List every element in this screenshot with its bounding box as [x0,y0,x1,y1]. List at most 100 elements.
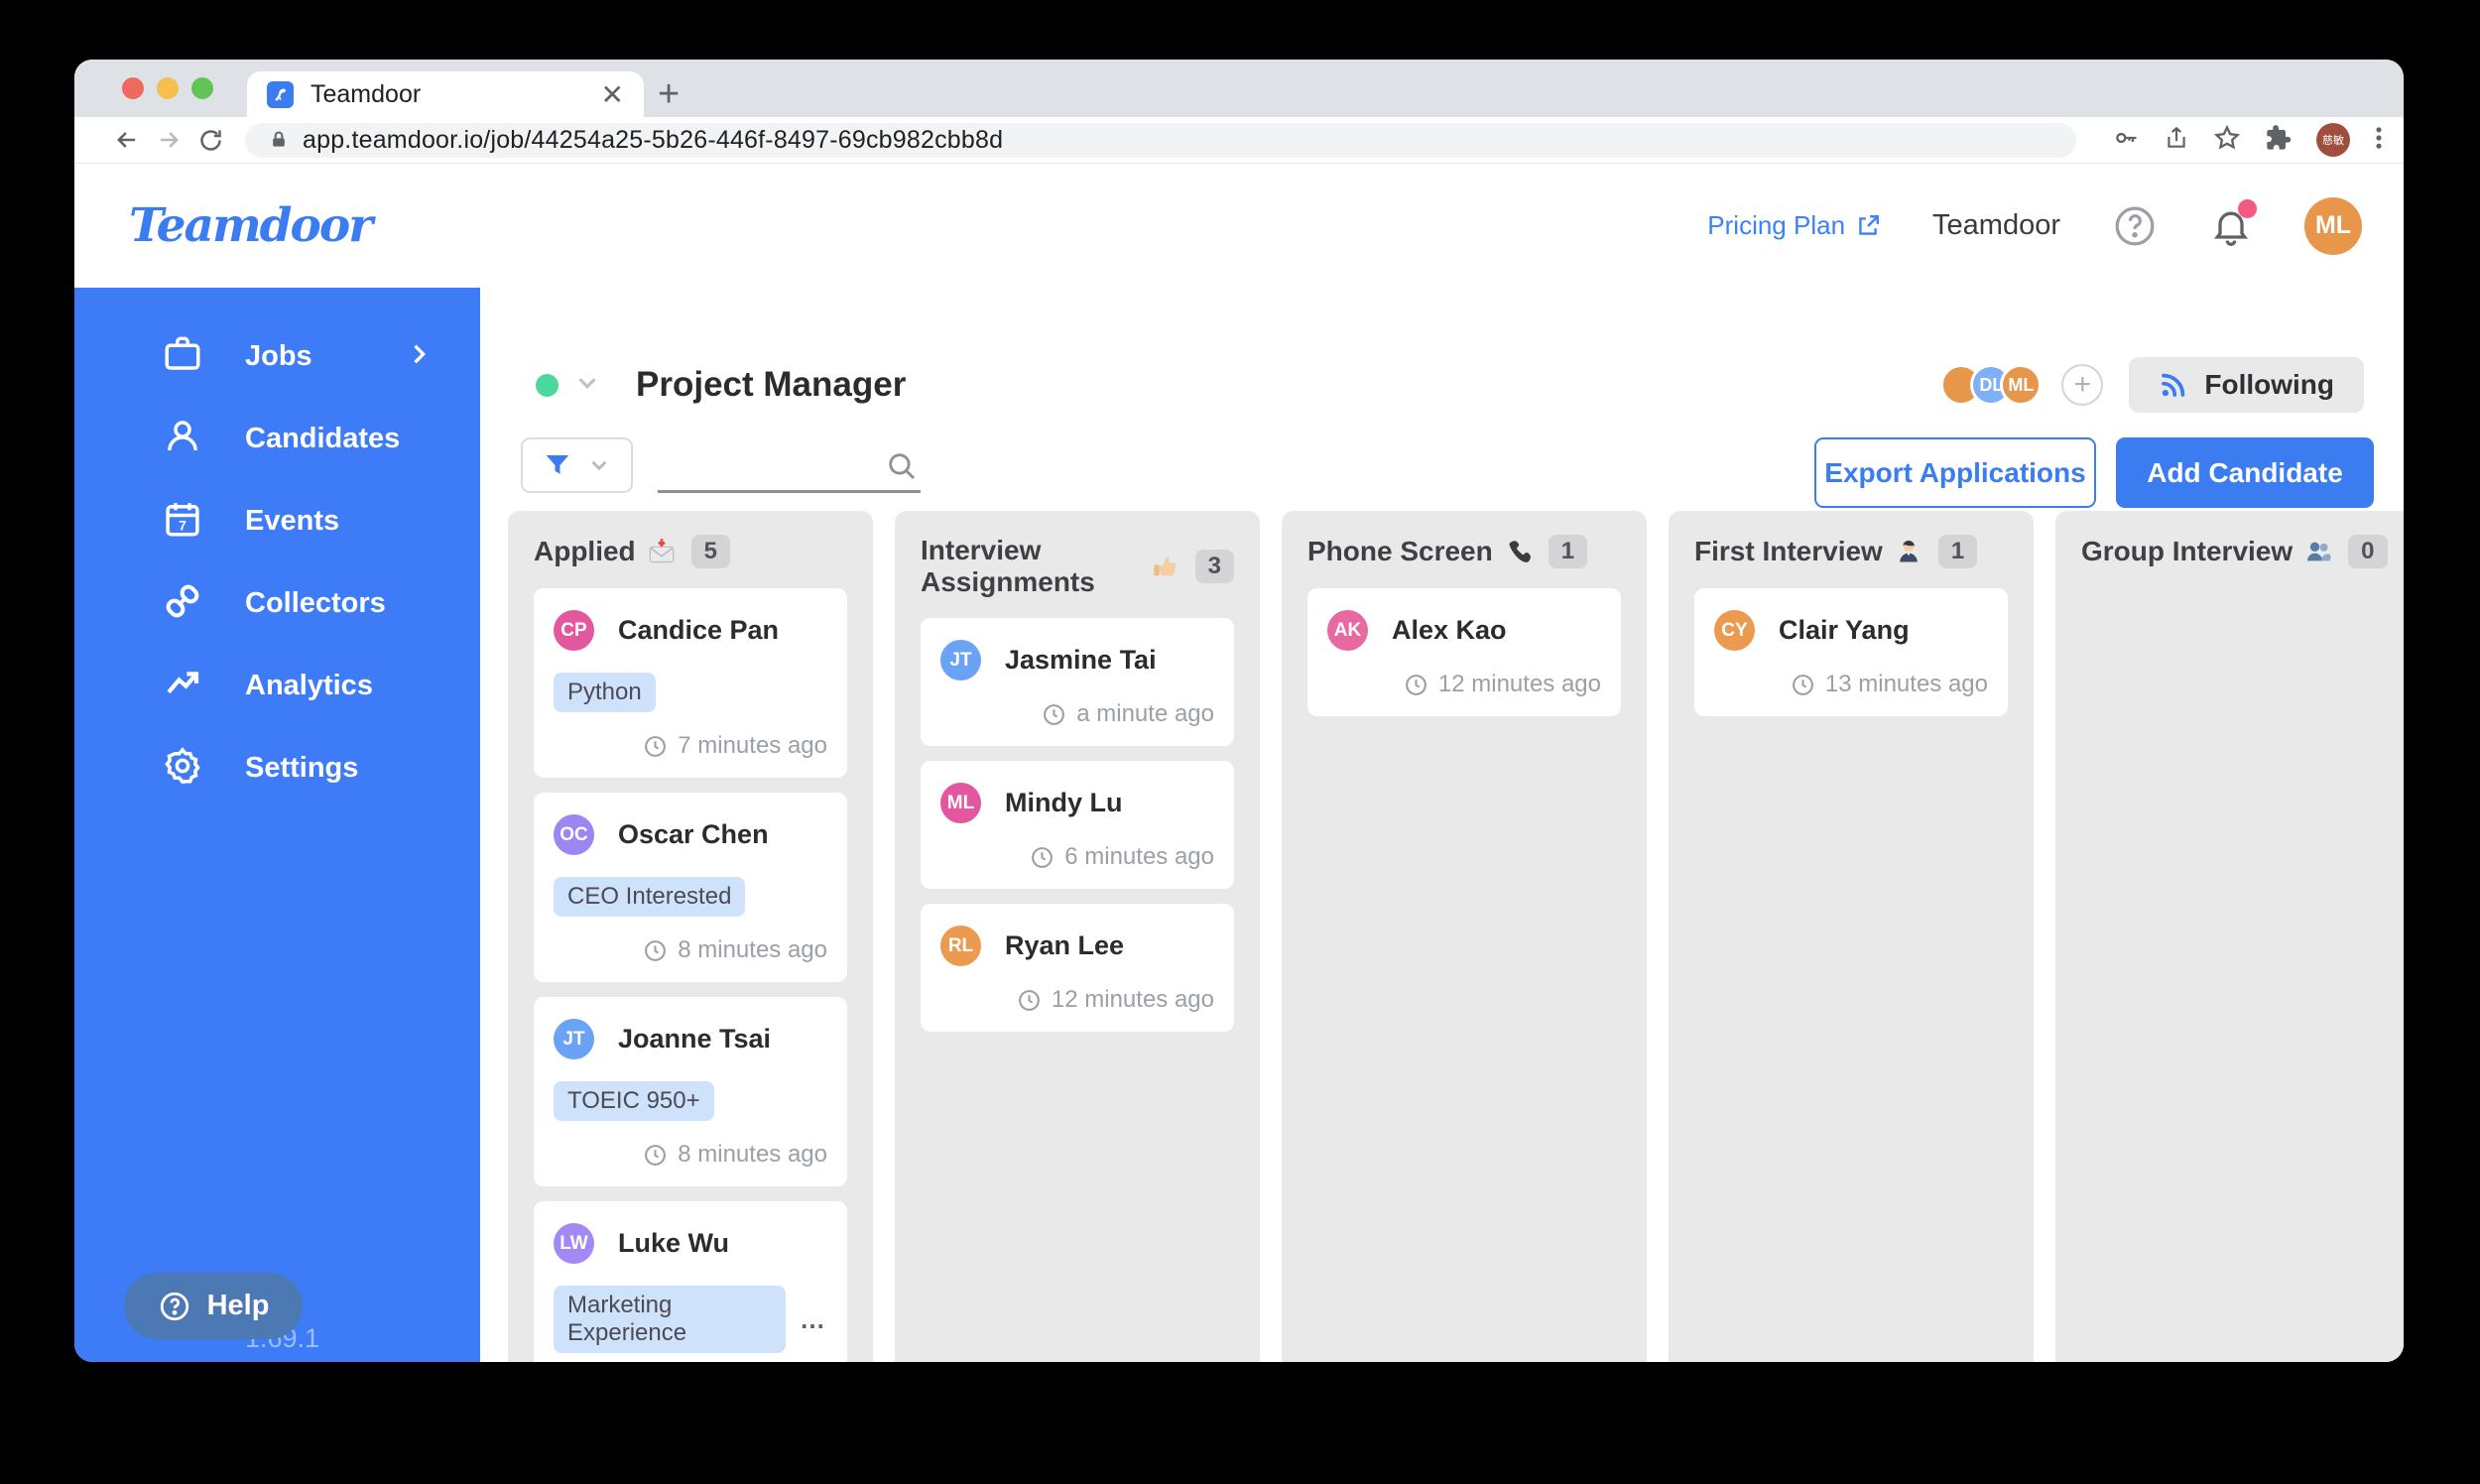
sidebar-item-candidates[interactable]: Candidates [74,398,480,480]
follower-avatar-stack[interactable]: DLML [1952,364,2042,406]
calendar-icon: 7 [162,498,203,545]
candidate-card[interactable]: CP Candice Pan Python 7 minutes ago [534,588,847,778]
board-column-phone-screen: Phone Screen 1 AK Alex Kao 12 minutes ag… [1282,511,1647,1362]
chrome-profile-avatar[interactable]: 慈敏 [2316,123,2350,157]
help-circle-icon[interactable] [2112,203,2158,249]
tab-close-icon[interactable]: ✕ [601,78,624,111]
clock-icon [643,938,668,963]
search-field[interactable] [658,437,921,493]
column-name: Phone Screen [1307,536,1493,567]
share-icon[interactable] [2164,124,2189,157]
candidate-card[interactable]: LW Luke Wu Marketing Experience… 8 minut… [534,1201,847,1362]
more-tags-ellipsis: … [800,1304,827,1335]
board-column-interview-assignments: Interview Assignments 3 JT Jasmine Tai a… [895,511,1260,1362]
candidate-card[interactable]: OC Oscar Chen CEO Interested 8 minutes a… [534,793,847,982]
mail-icon [648,538,676,565]
follower-avatar[interactable]: ML [2000,364,2042,406]
notification-badge [2238,199,2257,218]
candidate-tag: Python [554,673,656,712]
candidate-avatar: AK [1327,610,1368,651]
clock-icon [643,734,668,759]
back-icon[interactable] [106,126,148,154]
column-header: Applied 5 [534,511,847,588]
teamdoor-logo[interactable]: Teamdoor [129,198,371,253]
column-header: First Interview 1 [1694,511,2008,588]
sidebar-item-events[interactable]: 7 Events [74,480,480,562]
close-window-button[interactable] [122,77,144,99]
candidate-name: Joanne Tsai [618,1024,771,1054]
board-column-first-interview: First Interview 1 CY Clair Yang 13 minut… [1669,511,2034,1362]
following-button[interactable]: Following [2129,357,2364,413]
candidate-avatar: CY [1714,610,1755,651]
window-controls[interactable] [122,77,213,99]
clock-icon [1791,673,1815,697]
filter-button[interactable] [521,437,633,493]
candidate-card[interactable]: JT Joanne Tsai TOEIC 950+ 8 minutes ago [534,997,847,1186]
column-count-badge: 5 [691,535,730,568]
sidebar-item-jobs[interactable]: Jobs [74,315,480,398]
column-count-badge: 1 [1938,535,1977,568]
card-timestamp: 7 minutes ago [678,732,827,760]
candidate-tag: CEO Interested [554,877,745,917]
column-name: First Interview [1694,536,1883,567]
candidate-name: Oscar Chen [618,819,769,850]
url-text: app.teamdoor.io/job/44254a25-5b26-446f-8… [303,126,1003,155]
zoom-window-button[interactable] [191,77,213,99]
people-icon [2304,538,2332,565]
candidate-avatar: JT [940,640,981,680]
candidate-tag: Marketing Experience [554,1286,786,1353]
add-candidate-button[interactable]: Add Candidate [2116,437,2374,508]
new-tab-button[interactable]: + [658,73,680,115]
extensions-puzzle-icon[interactable] [2265,124,2293,157]
sidebar-item-collectors[interactable]: Collectors [74,562,480,645]
notifications-bell-icon[interactable] [2209,204,2253,248]
forward-icon[interactable] [148,126,189,154]
candidate-card[interactable]: RL Ryan Lee 12 minutes ago [921,904,1234,1032]
main-content: Project Manager DLML + Following Export … [480,288,2404,1362]
search-input[interactable] [658,437,881,489]
sidebar: Jobs Candidates 7 Events Collectors Analytics… [74,288,480,1362]
add-follower-button[interactable]: + [2061,364,2103,406]
candidate-card[interactable]: CY Clair Yang 13 minutes ago [1694,588,2008,716]
filter-funnel-icon [543,450,572,480]
bookmark-star-icon[interactable] [2213,124,2241,157]
help-button[interactable]: Help [124,1273,303,1339]
sidebar-item-label: Settings [245,752,358,785]
job-status-dot [536,374,558,397]
candidate-card[interactable]: AK Alex Kao 12 minutes ago [1307,588,1621,716]
pricing-plan-link[interactable]: Pricing Plan [1707,210,1881,241]
minimize-window-button[interactable] [157,77,179,99]
candidate-card[interactable]: ML Mindy Lu 6 minutes ago [921,761,1234,889]
export-applications-button[interactable]: Export Applications [1814,437,2096,508]
browser-window: Teamdoor ✕ + app.teamdoor.io/job/44254a2… [74,60,2404,1362]
kebab-menu-icon[interactable] [2374,124,2384,157]
status-chevron-down-icon[interactable] [572,368,602,403]
sidebar-item-analytics[interactable]: Analytics [74,645,480,727]
sidebar-item-label: Candidates [245,423,400,455]
reload-icon[interactable] [189,127,231,154]
candidate-name: Clair Yang [1779,615,1910,646]
pricing-plan-label: Pricing Plan [1707,210,1845,241]
teamdoor-favicon-icon [267,81,294,108]
column-header: Group Interview 0 [2081,511,2395,588]
svg-text:7: 7 [179,517,186,533]
sidebar-item-settings[interactable]: Settings [74,727,480,809]
url-bar: app.teamdoor.io/job/44254a25-5b26-446f-8… [74,117,2404,164]
clock-icon [1042,702,1066,727]
card-timestamp: 6 minutes ago [1064,843,1214,871]
sidebar-item-label: Jobs [245,340,312,373]
browser-tab[interactable]: Teamdoor ✕ [247,71,644,117]
address-bar[interactable]: app.teamdoor.io/job/44254a25-5b26-446f-8… [245,123,2076,158]
org-name[interactable]: Teamdoor [1932,209,2060,242]
column-count-badge: 1 [1549,535,1587,568]
user-avatar[interactable]: ML [2304,197,2362,255]
sidebar-item-label: Events [245,505,339,538]
sidebar-item-label: Analytics [245,670,373,702]
column-name: Interview Assignments [921,535,1140,598]
column-name: Group Interview [2081,536,2293,567]
card-timestamp: 12 minutes ago [1438,671,1601,698]
candidate-name: Alex Kao [1392,615,1507,646]
candidate-name: Candice Pan [618,615,779,646]
password-key-icon[interactable] [2112,124,2140,157]
candidate-card[interactable]: JT Jasmine Tai a minute ago [921,618,1234,746]
